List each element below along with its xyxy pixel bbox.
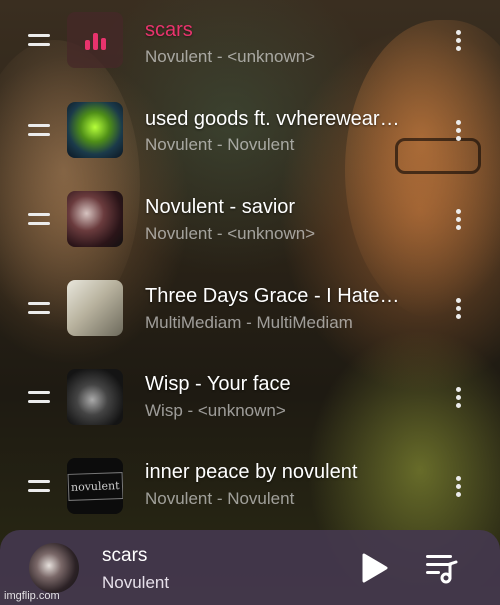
album-art — [67, 102, 123, 158]
drag-handle-icon[interactable] — [28, 302, 50, 320]
more-vert-icon[interactable] — [456, 209, 462, 233]
now-playing-bar[interactable]: scars Novulent — [0, 530, 500, 605]
album-art — [67, 191, 123, 247]
track-subtitle: Novulent - <unknown> — [145, 47, 316, 66]
queue-item[interactable]: Novulent - savior Novulent - <unknown> — [0, 189, 500, 249]
now-playing-artist: Novulent — [102, 573, 170, 592]
drag-handle-icon[interactable] — [28, 213, 50, 231]
watermark: imgflip.com — [4, 590, 60, 602]
play-icon[interactable] — [358, 552, 390, 584]
track-title: used goods ft. vvherewear… — [145, 108, 400, 130]
album-art — [67, 280, 123, 336]
drag-handle-icon[interactable] — [28, 391, 50, 409]
now-playing-title: scars — [102, 545, 148, 566]
track-title: inner peace by novulent — [145, 461, 358, 483]
track-subtitle: Novulent - <unknown> — [145, 224, 316, 243]
track-subtitle: Novulent - Novulent — [145, 489, 295, 508]
drag-handle-icon[interactable] — [28, 124, 50, 142]
queue-item[interactable]: novulent inner peace by novulent Novulen… — [0, 456, 500, 516]
more-vert-icon[interactable] — [456, 30, 462, 54]
queue-item[interactable]: Three Days Grace - I Hate… MultiMediam -… — [0, 278, 500, 338]
queue-music-icon[interactable] — [424, 552, 460, 584]
album-art: novulent — [67, 458, 123, 514]
more-vert-icon[interactable] — [456, 120, 462, 144]
track-title: scars — [145, 19, 193, 41]
album-art — [67, 12, 123, 68]
album-art — [67, 369, 123, 425]
track-title: Three Days Grace - I Hate… — [145, 285, 400, 307]
track-subtitle: MultiMediam - MultiMediam — [145, 313, 353, 332]
track-subtitle: Wisp - <unknown> — [145, 401, 286, 420]
album-art-text: novulent — [67, 471, 123, 501]
queue-item[interactable]: used goods ft. vvherewear… Novulent - No… — [0, 100, 500, 160]
now-playing-album-art[interactable] — [29, 543, 79, 593]
more-vert-icon[interactable] — [456, 387, 462, 411]
queue-item[interactable]: Wisp - Your face Wisp - <unknown> — [0, 367, 500, 427]
track-subtitle: Novulent - Novulent — [145, 135, 295, 154]
drag-handle-icon[interactable] — [28, 480, 50, 498]
drag-handle-icon[interactable] — [28, 34, 50, 52]
track-title: Wisp - Your face — [145, 373, 291, 395]
queue-item[interactable]: scars Novulent - <unknown> — [0, 12, 500, 72]
more-vert-icon[interactable] — [456, 476, 462, 500]
track-title: Novulent - savior — [145, 196, 296, 218]
more-vert-icon[interactable] — [456, 298, 462, 322]
